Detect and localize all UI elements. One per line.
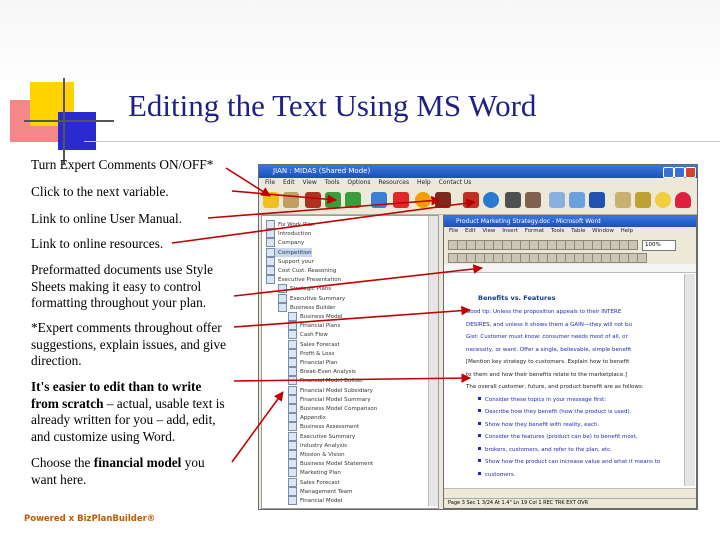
arrow-user-manual: [207, 195, 441, 219]
arrow-online-resources: [171, 198, 476, 244]
arrow-style-sheets: [233, 264, 483, 297]
arrow-financial-model: [231, 391, 284, 463]
arrow-edit-not-write: [233, 373, 471, 383]
arrow-expert-direction: [233, 305, 471, 328]
arrow-next-variable: [231, 190, 337, 205]
callout-arrows: [171, 167, 483, 463]
